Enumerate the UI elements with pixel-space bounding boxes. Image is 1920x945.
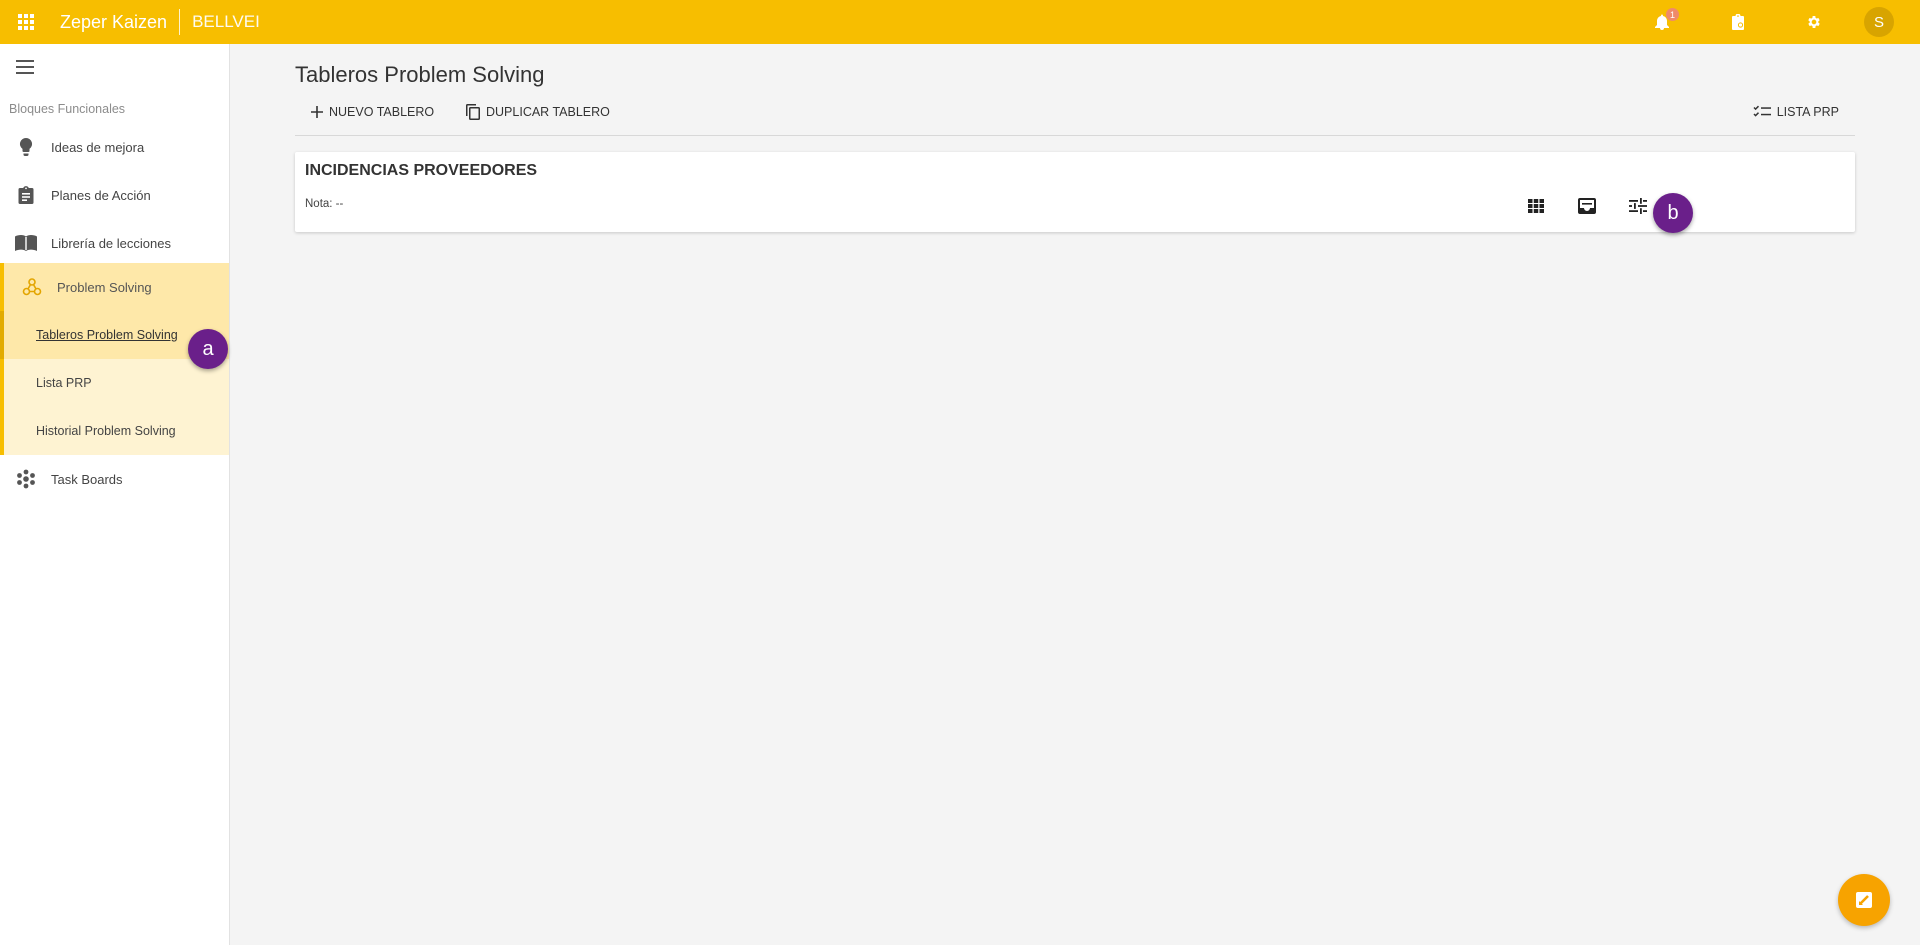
sidebar-subitem-lista-prp[interactable]: Lista PRP	[4, 359, 229, 407]
sidebar-item-label: Ideas de mejora	[51, 139, 145, 155]
grid-view-icon[interactable]	[1522, 192, 1550, 220]
prp-list-button[interactable]: LISTA PRP	[1753, 100, 1839, 124]
sidebar-section-label: Bloques Funcionales	[9, 102, 126, 116]
new-board-label: NUEVO TABLERO	[329, 105, 435, 119]
hub-icon	[20, 275, 44, 299]
sidebar-item-problem-solving[interactable]: Problem Solving	[4, 263, 229, 311]
sidebar-item-label: Task Boards	[51, 471, 123, 487]
sidebar-item-ideas-de-mejora[interactable]: Ideas de mejora	[0, 123, 229, 171]
app-title[interactable]: Zeper Kaizen	[60, 12, 167, 33]
board-note: Nota: --	[305, 198, 344, 210]
edit-square-icon	[1856, 892, 1872, 908]
checklist-icon	[1753, 105, 1771, 117]
duplicate-board-label: DUPLICAR TABLERO	[486, 105, 610, 119]
organization-name: BELLVEI	[192, 12, 260, 31]
tune-icon[interactable]	[1624, 192, 1652, 220]
sidebar-subitem-historial-problem-solving[interactable]: Historial Problem Solving	[4, 407, 229, 455]
clipboard-icon[interactable]	[1700, 0, 1776, 44]
marker-b: b	[1653, 193, 1693, 233]
sidebar-item-label: Planes de Acción	[51, 187, 151, 203]
lightbulb-icon	[14, 135, 38, 159]
bell-icon[interactable]: 1	[1624, 0, 1700, 44]
sidebar-item-libreria-de-lecciones[interactable]: Librería de lecciones	[0, 219, 229, 267]
clipboard-list-icon	[14, 183, 38, 207]
notification-badge: 1	[1666, 8, 1679, 21]
sidebar-item-task-boards[interactable]: Task Boards	[0, 455, 229, 503]
duplicate-board-button[interactable]: DUPLICAR TABLERO	[466, 100, 610, 124]
page-title: Tableros Problem Solving	[295, 62, 545, 87]
sidebar-item-label: Problem Solving	[57, 279, 152, 295]
gear-icon[interactable]	[1776, 0, 1852, 44]
book-icon	[14, 231, 38, 255]
top-app-bar: Zeper Kaizen BELLVEI 1 S	[0, 0, 1920, 44]
feedback-fab[interactable]	[1838, 874, 1890, 926]
sidebar-item-label: Librería de lecciones	[51, 235, 171, 251]
prp-list-label: LISTA PRP	[1776, 105, 1839, 119]
avatar[interactable]: S	[1864, 7, 1894, 37]
sidebar: Bloques Funcionales Ideas de mejora Plan…	[0, 44, 230, 945]
topbar-actions: 1 S	[1624, 0, 1920, 44]
apps-icon[interactable]	[0, 0, 52, 44]
cluster-icon	[14, 467, 38, 491]
sidebar-item-planes-de-accion[interactable]: Planes de Acción	[0, 171, 229, 219]
plus-icon	[311, 106, 323, 118]
board-card[interactable]: INCIDENCIAS PROVEEDORES Nota: --	[295, 152, 1855, 232]
board-toolbar: NUEVO TABLERO DUPLICAR TABLERO LISTA PRP	[295, 100, 1855, 136]
board-title[interactable]: INCIDENCIAS PROVEEDORES	[305, 162, 537, 180]
copy-icon	[466, 104, 480, 120]
title-divider	[179, 9, 181, 35]
inbox-icon[interactable]	[1573, 192, 1601, 220]
new-board-button[interactable]: NUEVO TABLERO	[311, 100, 434, 124]
hamburger-menu-icon[interactable]	[16, 60, 36, 76]
marker-a: a	[188, 329, 228, 369]
